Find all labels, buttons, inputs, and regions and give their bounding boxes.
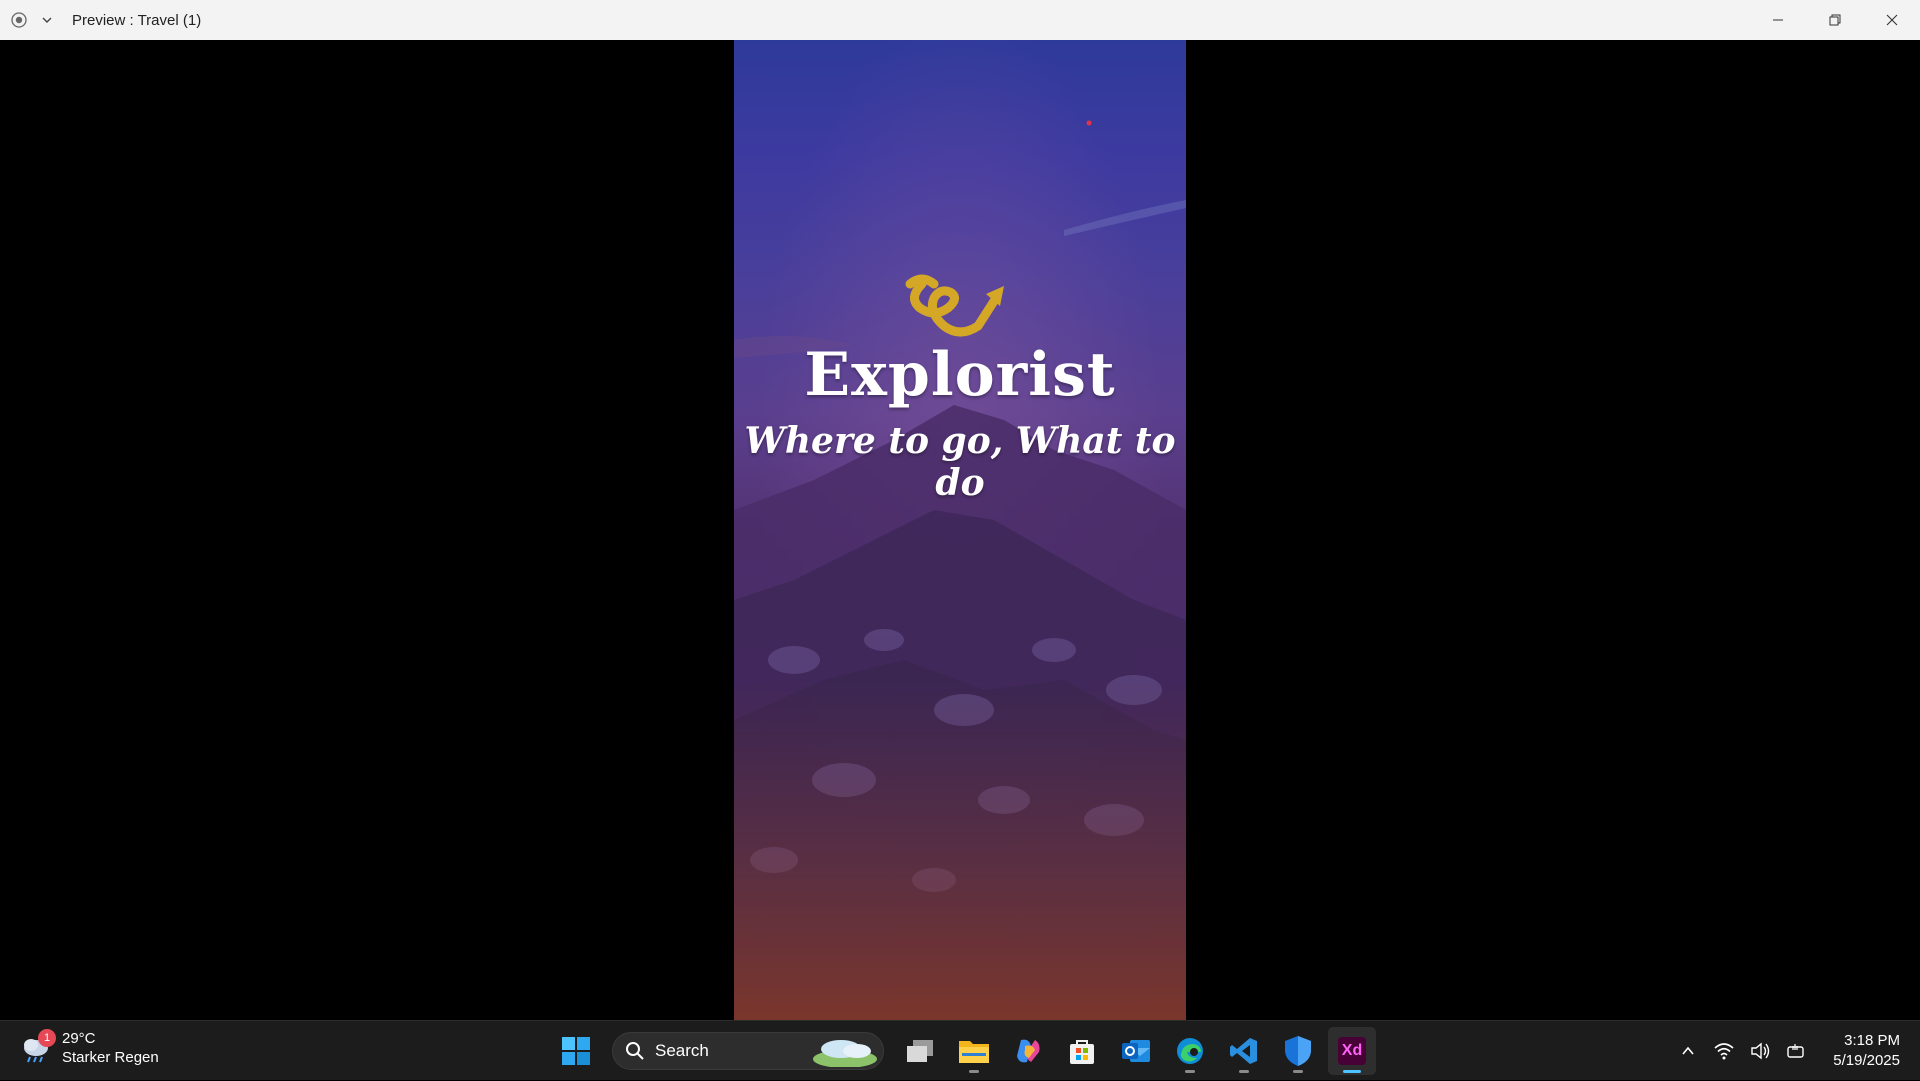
outlook-button[interactable] [1112,1027,1160,1075]
preview-area: Explorist Where to go, What to do [0,40,1920,1020]
rain-cloud-icon: 1 [20,1029,56,1065]
chevron-up-icon[interactable] [1677,1040,1699,1062]
minimize-button[interactable] [1749,0,1806,40]
chevron-down-icon[interactable] [38,11,56,29]
store-button[interactable] [1058,1027,1106,1075]
copilot-icon [1017,1039,1040,1063]
app-tagline: Where to go, What to do [744,420,1176,504]
clock-date: 5/19/2025 [1833,1052,1900,1069]
window-title: Preview : Travel (1) [72,11,202,29]
outlook-icon [1122,1040,1150,1062]
search-icon [626,1042,644,1060]
search-highlight-icon [813,1040,877,1067]
weather-condition: Starker Regen [62,1049,159,1066]
xd-label: Xd [1341,1042,1363,1059]
system-clock[interactable]: 3:18 PM 5/19/2025 [1833,1031,1900,1071]
travel-artboard[interactable]: Explorist Where to go, What to do [734,40,1186,1020]
defender-button[interactable] [1274,1027,1322,1075]
file-explorer-button[interactable] [950,1027,998,1075]
weather-widget[interactable]: 1 29°C Starker Regen [20,1029,159,1067]
start-button[interactable] [552,1027,600,1075]
search-label: Search [655,1041,709,1060]
search-box[interactable]: Search [612,1032,884,1070]
volume-icon[interactable] [1749,1040,1771,1062]
window-titlebar: Preview : Travel (1) [0,0,1920,40]
restore-button[interactable] [1806,0,1863,40]
store-icon [1070,1040,1094,1064]
app-title: Explorist [804,340,1116,410]
wifi-icon[interactable] [1713,1040,1735,1062]
copilot-button[interactable] [1004,1027,1052,1075]
shield-icon [1285,1036,1311,1066]
battery-icon[interactable] [1785,1040,1807,1062]
running-indicator [1293,1070,1303,1073]
edge-button[interactable] [1166,1027,1214,1075]
running-indicator [969,1070,979,1073]
vscode-button[interactable] [1220,1027,1268,1075]
task-view-icon [907,1040,933,1062]
mountain-background [734,40,1186,1020]
running-indicator [1239,1070,1249,1073]
notification-badge: 1 [38,1029,56,1047]
windows-start-icon [562,1037,590,1065]
vscode-icon [1230,1038,1257,1064]
taskbar: 1 29°C Starker Regen Search Xd 3:18 PM 5… [0,1020,1920,1080]
close-button[interactable] [1863,0,1920,40]
record-icon[interactable] [10,11,28,29]
clock-time: 3:18 PM [1844,1032,1900,1049]
edge-icon [1177,1038,1203,1064]
system-tray: 3:18 PM 5/19/2025 [1677,1021,1900,1081]
weather-temperature: 29°C [62,1030,96,1047]
adobe-xd-button[interactable]: Xd [1328,1027,1376,1075]
task-view-button[interactable] [896,1027,944,1075]
active-indicator [1343,1070,1361,1073]
folder-icon [959,1041,989,1063]
running-indicator [1185,1070,1195,1073]
